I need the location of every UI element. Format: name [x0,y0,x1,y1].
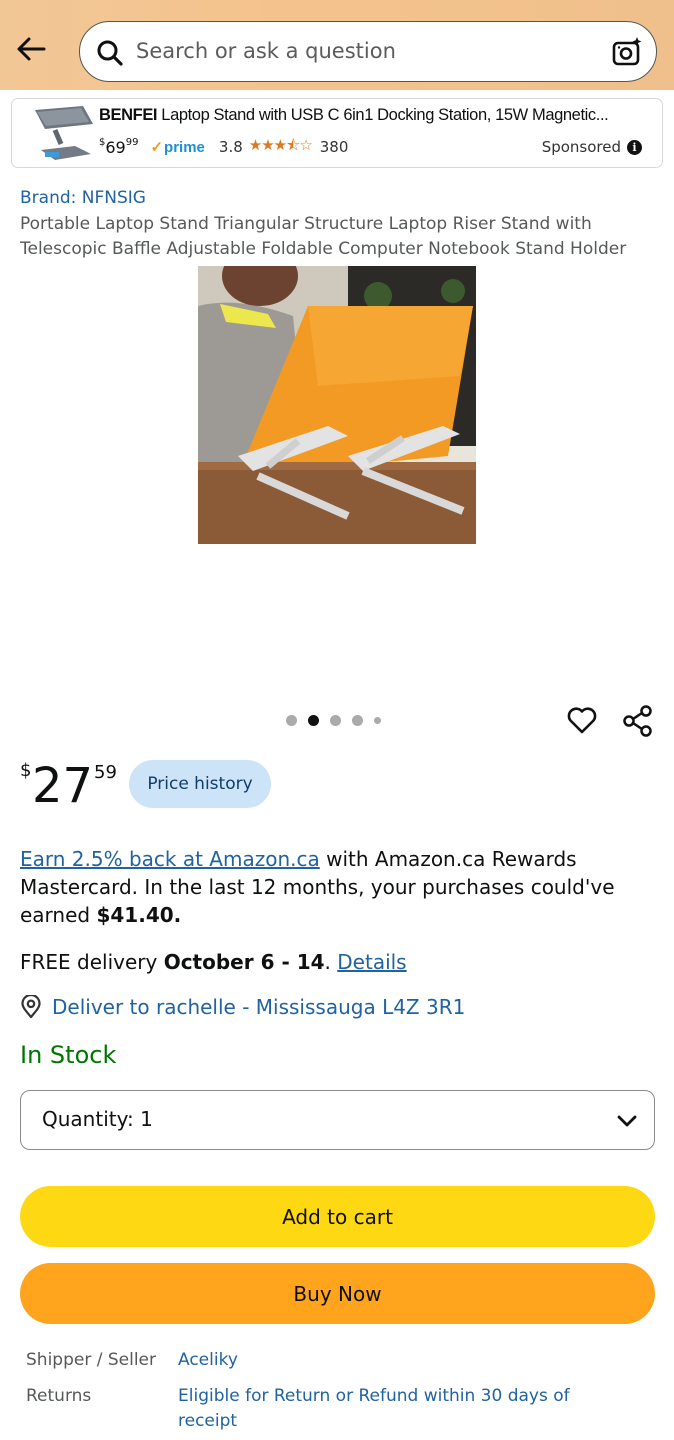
back-arrow-icon[interactable] [14,32,48,66]
prime-check-icon: ✓ [150,139,164,156]
delivery-details-link[interactable]: Details [337,950,406,974]
rewards-link[interactable]: Earn 2.5% back at Amazon.ca [20,847,320,871]
prime-label: prime [164,139,205,156]
carousel-dot[interactable] [374,717,381,724]
delivery-suffix: . [324,950,338,974]
ad-rating: 3.8 [218,138,243,156]
ad-title[interactable]: BENFEI Laptop Stand with USB C 6in1 Dock… [99,106,639,125]
chevron-down-icon [617,1115,637,1127]
ad-price-whole: 69 [105,137,126,157]
product-image[interactable] [198,266,476,544]
camera-search-icon[interactable] [611,36,643,68]
price-history-button[interactable]: Price history [129,760,271,808]
header-bar [0,0,674,90]
search-input[interactable] [136,31,596,71]
price-whole: 27 [32,758,94,814]
deliver-to-text: Deliver to rachelle - Mississauga L4Z 3R… [52,995,466,1019]
share-icon[interactable] [621,704,655,738]
product-title: Portable Laptop Stand Triangular Structu… [20,214,627,259]
ad-review-count: 380 [319,138,349,156]
quantity-label-row: Quantity: 1 [42,1107,153,1131]
location-pin-icon [21,995,41,1019]
returns-link[interactable]: Eligible for Return or Refund within 30 … [178,1384,618,1434]
rewards-offer: Earn 2.5% back at Amazon.ca with Amazon.… [20,845,660,929]
ad-product-thumbnail [35,106,93,160]
prime-badge: ✓prime [150,138,204,156]
delivery-dates: October 6 - 14 [163,950,325,974]
carousel-dot[interactable] [286,715,297,726]
quantity-select[interactable]: Quantity: 1 [20,1090,655,1150]
delivery-prefix: FREE delivery [20,950,164,974]
image-carousel-dots[interactable] [286,715,381,726]
ad-title-text: Laptop Stand with USB C 6in1 Docking Sta… [157,106,609,124]
ad-price-fraction: 99 [125,136,139,148]
buy-now-button[interactable]: Buy Now [20,1263,655,1324]
info-icon[interactable]: i [627,139,642,155]
heart-icon[interactable] [566,704,598,736]
sponsored-label[interactable]: Sponsored i [542,138,642,156]
returns-label: Returns [26,1386,92,1406]
price-symbol: $ [20,760,32,781]
deliver-to-location[interactable]: Deliver to rachelle - Mississauga L4Z 3R… [20,993,465,1021]
sponsored-product-ad[interactable]: BENFEI Laptop Stand with USB C 6in1 Dock… [11,98,663,168]
search-icon [97,40,123,66]
price-fraction: 59 [94,762,117,783]
carousel-dot[interactable] [352,715,363,726]
quantity-label: Quantity: [42,1107,134,1131]
star-rating-icon: ★★★⯪☆ [248,135,313,154]
delivery-info: FREE delivery October 6 - 14. Details [20,948,407,976]
quantity-value: 1 [140,1107,153,1131]
search-bar[interactable] [79,21,657,82]
carousel-dot-active[interactable] [308,715,319,726]
carousel-dot[interactable] [330,715,341,726]
sponsored-text: Sponsored [541,138,621,156]
ad-brand: BENFEI [99,106,158,124]
ad-price-symbol: $ [99,136,106,148]
add-to-cart-button[interactable]: Add to cart [20,1186,655,1247]
stock-status: In Stock [20,1041,117,1069]
brand-link[interactable]: Brand: NFNSIG [20,188,146,208]
seller-link[interactable]: Aceliky [178,1348,618,1373]
ad-price-row: $ 69 99 ✓prime 3.8 ★★★⯪☆ 380 [99,135,349,157]
seller-label: Shipper / Seller [26,1350,156,1370]
rewards-amount: $41.40. [96,903,182,927]
